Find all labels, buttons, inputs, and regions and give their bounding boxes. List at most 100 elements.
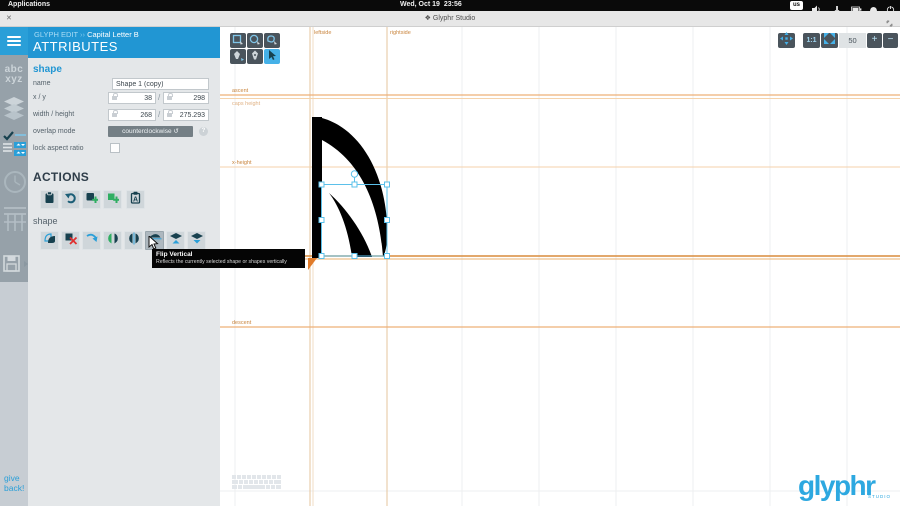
power-icon[interactable]: [886, 1, 896, 10]
nav-rail: abcxyz: [0, 27, 28, 506]
guide-label-ascent: ascent: [232, 88, 249, 94]
shape-height-input[interactable]: [174, 112, 205, 119]
zoom-in-button[interactable]: +: [867, 33, 882, 48]
rotate-shape-button[interactable]: [82, 231, 101, 250]
kerning-table-icon[interactable]: [3, 205, 27, 238]
pan-tool-button[interactable]: [778, 33, 795, 48]
shape-section-heading: shape: [33, 64, 62, 75]
breadcrumb[interactable]: GLYPH EDIT ›› Capital Letter B: [34, 30, 139, 39]
move-shape-up-icon: [169, 232, 183, 250]
zoom-out-button[interactable]: −: [883, 33, 898, 48]
new-path-tool-button[interactable]: [264, 33, 280, 48]
rotate-shape-icon: [85, 232, 99, 250]
zoom-1to1-label: 1:1: [806, 37, 816, 44]
glyphr-studio-logo-sub: STUDIO: [868, 494, 891, 499]
keyboard-hint-icon: [232, 475, 281, 489]
svg-text:A: A: [133, 196, 138, 203]
path-edit-icon: [232, 48, 244, 66]
breadcrumb-separator-icon: ››: [80, 30, 85, 39]
flip-horizontal-icon: [106, 232, 120, 250]
pan-arrows-icon: [780, 32, 793, 50]
shape-width-input[interactable]: [119, 112, 152, 119]
shape-height-field: [163, 109, 209, 121]
give-back-link[interactable]: give back!: [4, 473, 24, 493]
lock-icon[interactable]: [112, 96, 117, 100]
panel-title: ATTRIBUTES: [33, 39, 118, 54]
glyphr-studio-logo: glyphr: [798, 470, 875, 502]
overlap-mode-button[interactable]: counterclockwise ↺: [108, 126, 193, 137]
main-menu-button[interactable]: [0, 27, 28, 55]
wh-slash: /: [158, 110, 160, 119]
add-shape-button[interactable]: [82, 190, 101, 209]
help-icon[interactable]: ?: [199, 127, 208, 136]
add-component-button[interactable]: [103, 190, 122, 209]
new-oval-tool-button[interactable]: [247, 33, 263, 48]
system-clock[interactable]: Wed, Oct 19 23:56: [400, 1, 462, 8]
guide-label-x-height: x-height: [232, 160, 252, 166]
guide-label-descent: descent: [232, 320, 252, 326]
lock-aspect-ratio-checkbox[interactable]: [110, 143, 120, 153]
undo-button[interactable]: [61, 190, 80, 209]
lock-aspect-ratio-label: lock aspect ratio: [33, 145, 84, 152]
path-edit-tool-button[interactable]: [230, 49, 246, 64]
volume-icon[interactable]: [812, 1, 822, 10]
add-component-icon: [106, 191, 119, 209]
history-clock-icon[interactable]: [3, 169, 27, 200]
shape-x-field: [108, 92, 156, 104]
pen-tool-button[interactable]: [247, 49, 263, 64]
lock-icon[interactable]: [167, 113, 172, 117]
shape-x-input[interactable]: [119, 95, 152, 102]
move-shape-up-button[interactable]: [166, 231, 185, 250]
nav-glyph-chooser-button[interactable]: abcxyz: [0, 65, 28, 85]
layers-icon[interactable]: [3, 97, 25, 126]
panel-header: GLYPH EDIT ›› Capital Letter B ATTRIBUTE…: [28, 27, 220, 58]
shape-y-input[interactable]: [174, 95, 205, 102]
window-titlebar: ✕ ❖ Glyphr Studio: [0, 11, 900, 27]
undo-icon: [64, 191, 77, 209]
paste-shape-icon: [43, 191, 56, 209]
new-rectangle-tool-button[interactable]: [230, 33, 246, 48]
actions-section-heading: ACTIONS: [33, 170, 89, 184]
hamburger-icon: [7, 36, 21, 38]
shape-name-field: [112, 78, 209, 90]
shape-select-tool-button[interactable]: [264, 49, 280, 64]
mouse-cursor-icon: [148, 236, 160, 256]
battery-icon[interactable]: [851, 1, 861, 10]
zoom-1to1-button[interactable]: 1:1: [803, 33, 820, 48]
lock-icon[interactable]: [112, 113, 117, 117]
flip-horizontal-button[interactable]: [103, 231, 122, 250]
system-top-bar: Applications Wed, Oct 19 23:56 us: [0, 0, 900, 11]
zoom-fit-icon: [823, 32, 836, 50]
glyph-edit-attributes-icon[interactable]: [3, 131, 27, 166]
copy-shape-icon: [43, 232, 57, 250]
guide-label-leftside: leftside: [314, 30, 331, 36]
add-shape-icon: [85, 191, 98, 209]
notifications-bell-icon[interactable]: [869, 1, 879, 10]
rotate-handle[interactable]: [351, 171, 357, 177]
edit-canvas[interactable]: ascent caps height x-height descent left…: [220, 27, 900, 506]
copy-shape-button[interactable]: [40, 231, 59, 250]
shape-name-input[interactable]: [116, 81, 205, 88]
zoom-fit-button[interactable]: [821, 33, 838, 48]
name-field-label: name: [33, 80, 51, 87]
delete-shape-icon: [64, 232, 78, 250]
window-title: ❖ Glyphr Studio: [0, 14, 900, 22]
lock-icon[interactable]: [167, 96, 172, 100]
get-shapes-icon: A: [129, 191, 142, 209]
keyboard-layout-indicator[interactable]: us: [790, 1, 803, 10]
shape-y-field: [163, 92, 209, 104]
network-icon[interactable]: [833, 1, 843, 10]
zoom-level-value[interactable]: 50: [839, 33, 866, 48]
overlap-mode-label: overlap mode: [33, 128, 75, 135]
flip-horizontal-alt-icon: [127, 232, 141, 250]
pen-icon: [249, 48, 261, 66]
flip-horizontal-alt-button[interactable]: [124, 231, 143, 250]
paste-shape-button[interactable]: [40, 190, 59, 209]
shape-width-field: [108, 109, 156, 121]
save-icon[interactable]: [3, 255, 29, 278]
move-shape-down-button[interactable]: [187, 231, 206, 250]
applications-menu[interactable]: Applications: [8, 1, 50, 8]
delete-shape-button[interactable]: [61, 231, 80, 250]
wh-field-label: width / height: [33, 111, 74, 118]
get-shapes-button[interactable]: A: [126, 190, 145, 209]
